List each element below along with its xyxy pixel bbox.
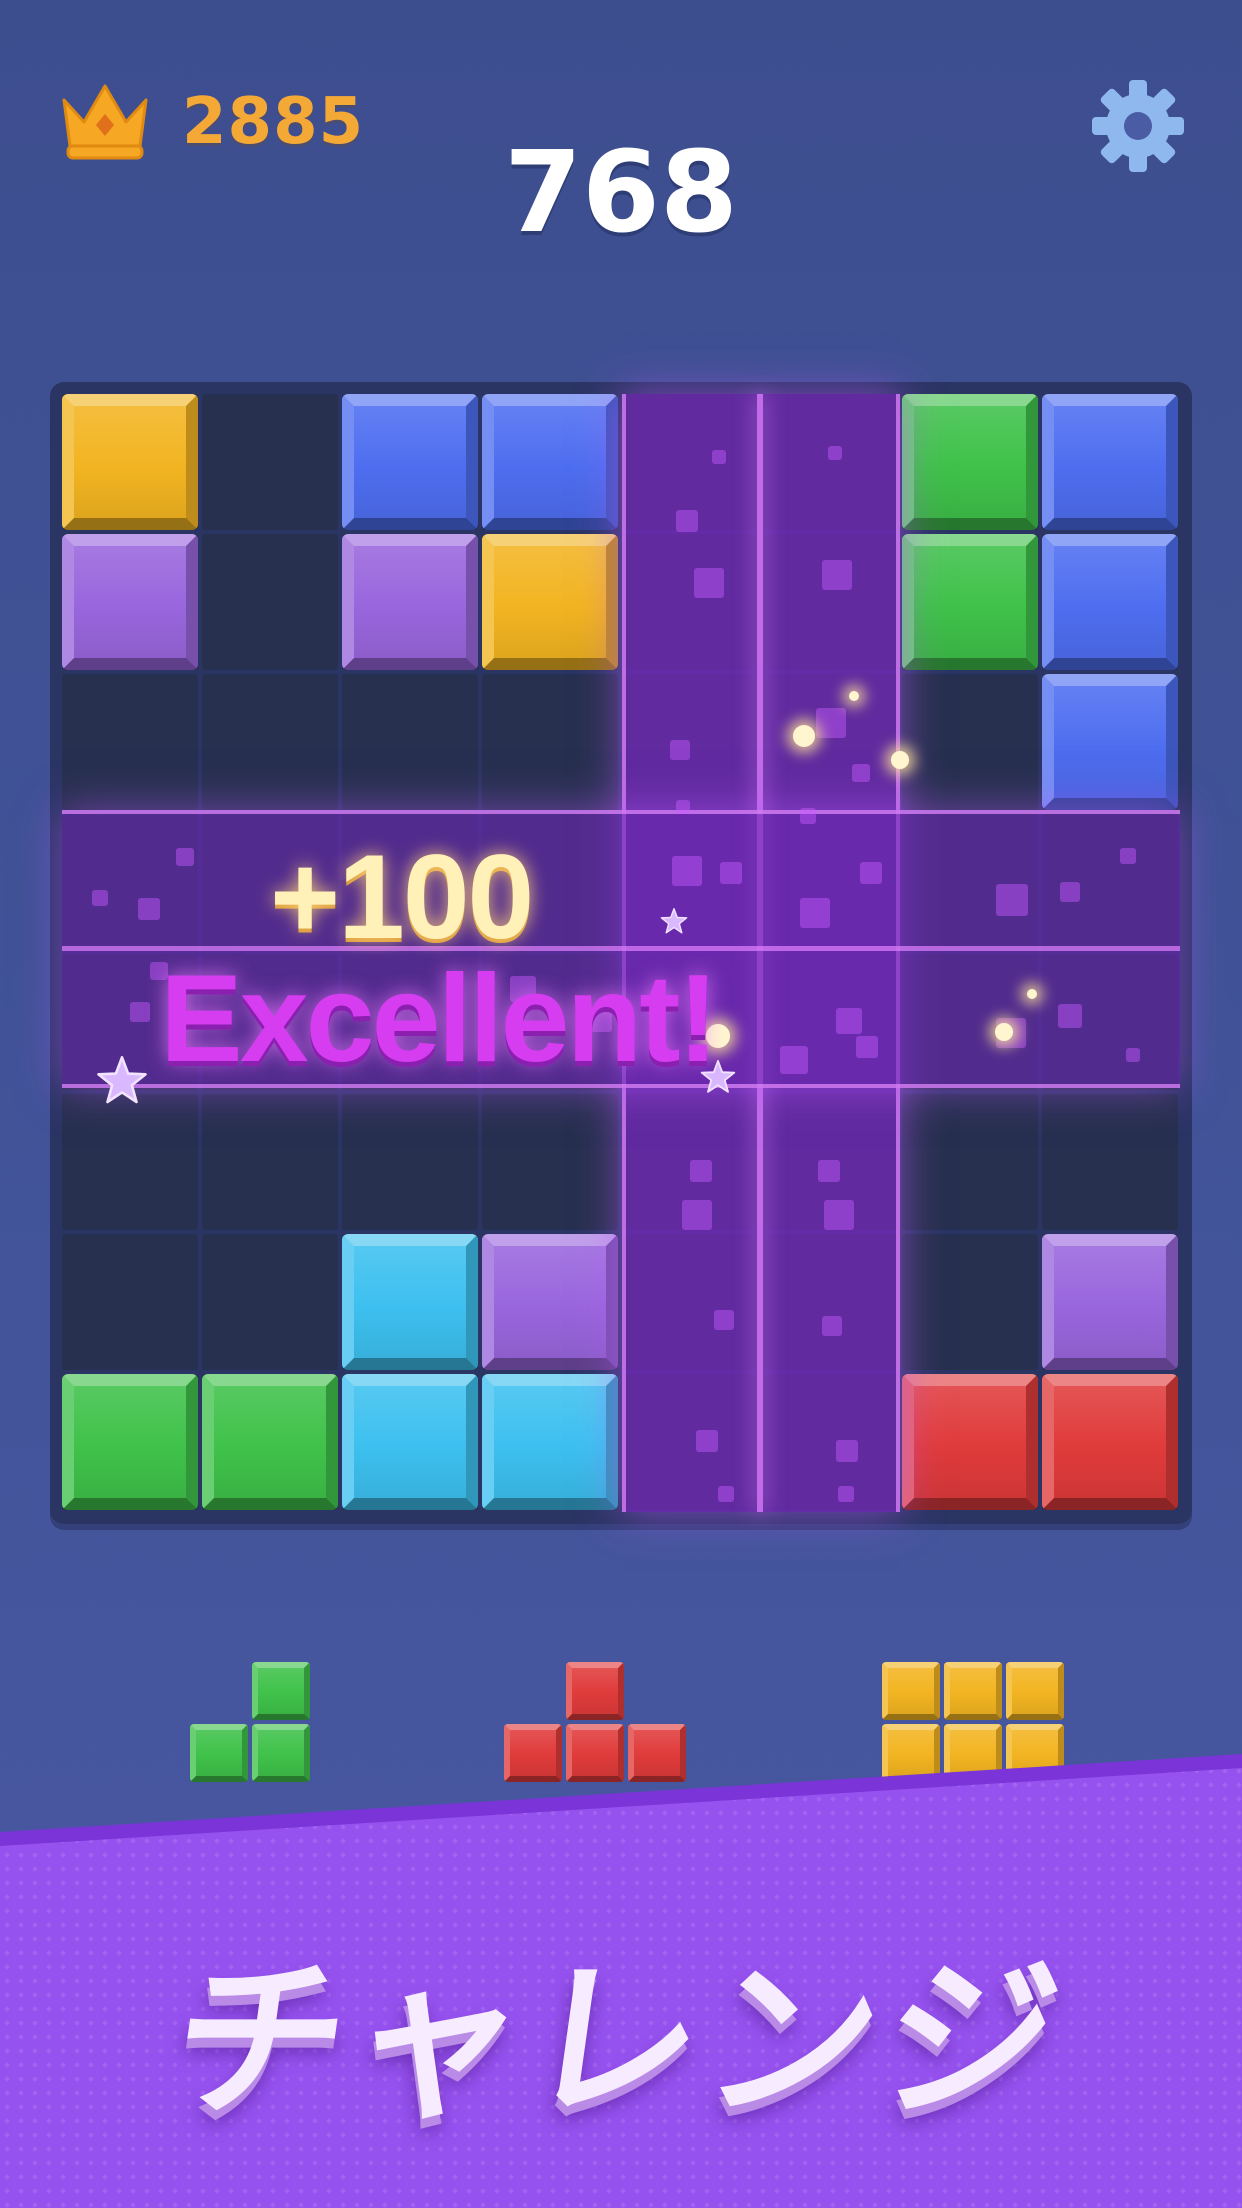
board-cell[interactable]	[342, 1094, 478, 1230]
board-cell[interactable]	[202, 674, 338, 810]
board-cell[interactable]	[622, 1094, 758, 1230]
red-block	[902, 1374, 1038, 1510]
green-block	[62, 1374, 198, 1510]
board-cell[interactable]	[482, 674, 618, 810]
board-cell[interactable]	[622, 1374, 758, 1510]
current-score: 768	[504, 128, 738, 258]
green-block	[202, 1374, 338, 1510]
combo-points: +100	[270, 830, 534, 964]
yellow-block	[482, 534, 618, 670]
blue-block	[1042, 394, 1178, 530]
green-block	[902, 534, 1038, 670]
board-cell[interactable]	[762, 1094, 898, 1230]
board-cell[interactable]	[762, 814, 898, 950]
board-cell[interactable]	[1042, 814, 1178, 950]
board-cell[interactable]	[342, 674, 478, 810]
board-cell[interactable]	[762, 674, 898, 810]
board-cell[interactable]	[62, 1234, 198, 1370]
blue-block	[342, 394, 478, 530]
board-cell[interactable]	[622, 534, 758, 670]
board-cell[interactable]	[62, 1094, 198, 1230]
board-cell[interactable]	[902, 1234, 1038, 1370]
gear-icon[interactable]	[1090, 78, 1186, 174]
purple-block	[482, 1234, 618, 1370]
board-cell[interactable]	[202, 1094, 338, 1230]
board-cell[interactable]	[202, 1234, 338, 1370]
board-cell[interactable]	[1042, 1094, 1178, 1230]
combo-message: Excellent!	[160, 950, 719, 1088]
board-cell[interactable]	[622, 674, 758, 810]
board-cell[interactable]	[1042, 954, 1178, 1090]
board-cell[interactable]	[902, 954, 1038, 1090]
board-cell[interactable]	[202, 394, 338, 530]
board-cell[interactable]	[902, 1094, 1038, 1230]
purple-block	[1042, 1234, 1178, 1370]
blue-block	[482, 394, 618, 530]
blue-block	[1042, 534, 1178, 670]
board-cell[interactable]	[762, 1234, 898, 1370]
board-cell[interactable]	[202, 534, 338, 670]
green-block	[252, 1662, 310, 1720]
board-cell[interactable]	[762, 534, 898, 670]
purple-block	[62, 534, 198, 670]
yellow-block	[882, 1662, 940, 1720]
board-cell[interactable]	[622, 814, 758, 950]
board-cell[interactable]	[622, 1234, 758, 1370]
yellow-block	[944, 1662, 1002, 1720]
yellow-block	[1006, 1662, 1064, 1720]
board-cell[interactable]	[482, 1094, 618, 1230]
red-block	[1042, 1374, 1178, 1510]
cyan-block	[342, 1374, 478, 1510]
cyan-block	[342, 1234, 478, 1370]
board-cell[interactable]	[762, 954, 898, 1090]
green-block	[902, 394, 1038, 530]
board-cell[interactable]	[762, 1374, 898, 1510]
purple-block	[342, 534, 478, 670]
board-cell[interactable]	[902, 814, 1038, 950]
board-cell[interactable]	[762, 394, 898, 530]
red-block	[566, 1662, 624, 1720]
board-cell[interactable]	[622, 394, 758, 530]
board-cell[interactable]	[62, 814, 198, 950]
yellow-block	[62, 394, 198, 530]
board-cell[interactable]	[902, 674, 1038, 810]
board-cell[interactable]	[62, 674, 198, 810]
blue-block	[1042, 674, 1178, 810]
cyan-block	[482, 1374, 618, 1510]
banner-title: チャレンジ	[160, 1940, 1078, 2141]
